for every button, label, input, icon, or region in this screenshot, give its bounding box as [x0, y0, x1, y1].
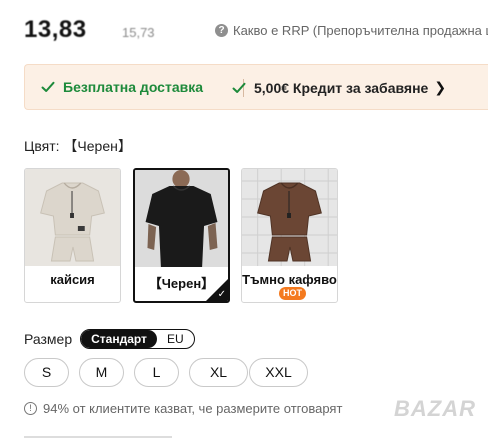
- black-outfit-image: [135, 170, 228, 267]
- rrp-explanation-link[interactable]: Какво е RRP (Препоръчителна продажна ц: [233, 23, 488, 38]
- size-standard-option[interactable]: Стандарт: [81, 330, 157, 348]
- size-fit-note: ! 94% от клиентите казват, че размерите …: [24, 401, 342, 416]
- credit-label: 5,00€ Кредит за забавяне: [254, 79, 429, 96]
- color-label: Цвят:: [24, 138, 60, 154]
- chevron-right-icon: ❯: [434, 79, 447, 95]
- free-shipping-benefit: Безплатна доставка: [41, 79, 203, 95]
- size-label: Размер: [24, 331, 73, 347]
- check-icon: [232, 82, 246, 93]
- swatch-label: кайсия: [50, 272, 95, 287]
- color-swatch-dark-brown[interactable]: Тъмно кафяво HOT: [241, 168, 338, 303]
- watermark: BAZAR: [394, 396, 476, 421]
- size-fit-text: 94% от клиентите казват, че размерите от…: [43, 401, 343, 416]
- swatch-label: Тъмно кафяво: [242, 272, 337, 287]
- check-icon: ✓: [217, 289, 226, 300]
- size-option-m[interactable]: M: [79, 358, 124, 387]
- apricot-outfit-image: [25, 169, 120, 266]
- check-icon: [41, 81, 55, 92]
- benefits-banner[interactable]: Безплатна доставка 5,00€ Кредит за забав…: [24, 64, 488, 110]
- color-heading: Цвят: 【Черен】: [24, 136, 132, 156]
- dark-brown-outfit-image: [242, 169, 337, 266]
- size-option-xxl[interactable]: XXL: [249, 358, 308, 387]
- price-rrp: 15,73: [122, 25, 155, 40]
- credit-benefit[interactable]: 5,00€ Кредит за забавяне ❯: [232, 79, 446, 96]
- size-option-xl[interactable]: XL: [189, 358, 248, 387]
- size-standard-toggle[interactable]: Стандарт EU: [80, 329, 195, 349]
- size-option-l[interactable]: L: [134, 358, 179, 387]
- price-main: 13,83: [24, 16, 87, 43]
- help-icon[interactable]: ?: [215, 24, 228, 37]
- bottom-divider: [24, 436, 172, 438]
- color-swatch-black[interactable]: 【Черен】 ✓: [133, 168, 230, 303]
- size-heading: Размер Стандарт EU: [24, 328, 195, 350]
- size-option-s[interactable]: S: [24, 358, 69, 387]
- free-shipping-label: Безплатна доставка: [63, 79, 204, 95]
- hot-badge: HOT: [279, 287, 306, 300]
- color-swatch-apricot[interactable]: кайсия: [24, 168, 121, 303]
- color-selected-value: 【Черен】: [63, 138, 132, 154]
- info-icon: !: [24, 402, 37, 415]
- price-row: 13,83 15,73 ? Какво е RRP (Препоръчителн…: [24, 16, 488, 46]
- size-eu-option[interactable]: EU: [157, 330, 194, 348]
